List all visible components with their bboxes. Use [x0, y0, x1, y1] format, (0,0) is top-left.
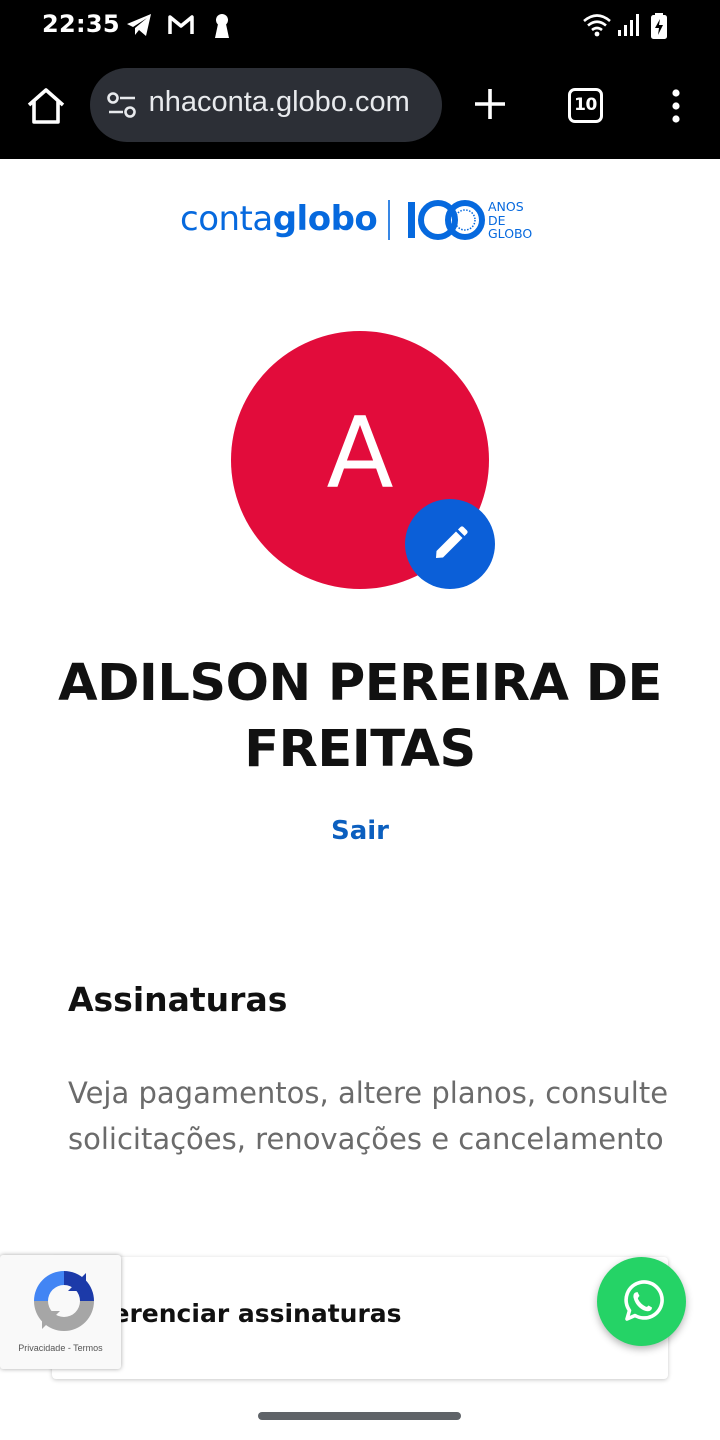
logo-anos-line1: ANOS [488, 199, 524, 214]
logo-divider [388, 200, 390, 240]
100-anos-emblem: 100 [407, 199, 485, 240]
avatar-initial: A [326, 397, 394, 511]
address-bar[interactable]: minhaconta.globo.com [90, 68, 442, 142]
recaptcha-links: Privacidade - Termos [0, 1343, 121, 1353]
more-vert-icon[interactable] [671, 89, 681, 123]
contaglobo-logo[interactable]: contaglobo 100 ANOS DE GLOBO [180, 197, 560, 247]
whatsapp-button[interactable] [597, 1257, 686, 1346]
logo-anos-line2: DE [488, 212, 506, 228]
manage-subscriptions-label[interactable]: Gerenciar assinaturas [92, 1299, 402, 1328]
recaptcha-separator: - [65, 1343, 74, 1353]
recaptcha-badge: Privacidade - Termos [0, 1255, 121, 1369]
logo-anos-line3: GLOBO [488, 226, 533, 241]
gesture-nav-bar[interactable] [258, 1412, 461, 1420]
subscriptions-title: Assinaturas [68, 980, 288, 1019]
browser-toolbar: minhaconta.globo.com 10 [0, 54, 720, 159]
pencil-icon [436, 526, 468, 558]
logo-anos-text: ANOS DE GLOBO [488, 200, 532, 241]
tab-switcher-button[interactable]: 10 [568, 88, 603, 123]
user-name: ADILSON PEREIRA DE FREITAS [58, 654, 662, 779]
new-tab-plus-icon[interactable] [472, 86, 508, 122]
status-time: 22:35 [42, 10, 120, 38]
home-icon[interactable] [24, 86, 68, 126]
recaptcha-terms-link[interactable]: Termos [73, 1343, 103, 1353]
manage-subscriptions-card[interactable]: Gerenciar assinaturas [52, 1257, 668, 1379]
signal-icon [618, 14, 639, 36]
logo-wordmark: contaglobo [180, 199, 378, 239]
keyhole-icon [215, 14, 229, 38]
wifi-icon [583, 14, 611, 37]
battery-charging-icon [651, 13, 667, 39]
url-value: minhaconta.globo.com [148, 86, 410, 118]
recaptcha-logo-icon [34, 1271, 94, 1331]
logout-link[interactable]: Sair [0, 816, 720, 846]
status-bar: 22:35 [0, 0, 720, 54]
recaptcha-privacy-link[interactable]: Privacidade [18, 1343, 65, 1353]
logo-globo-text: globo [272, 199, 378, 239]
whatsapp-icon [623, 1279, 664, 1321]
site-settings-icon[interactable] [106, 91, 138, 119]
logo-conta-text: conta [180, 199, 273, 239]
tab-count: 10 [574, 95, 597, 115]
gmail-icon [168, 15, 194, 34]
logo-100-text: 100 [407, 199, 409, 200]
url-text[interactable]: minhaconta.globo.com [148, 86, 430, 119]
edit-avatar-button[interactable] [405, 499, 495, 589]
telegram-icon [127, 14, 151, 36]
subscriptions-description: Veja pagamentos, altere planos, consulte… [68, 1076, 669, 1156]
